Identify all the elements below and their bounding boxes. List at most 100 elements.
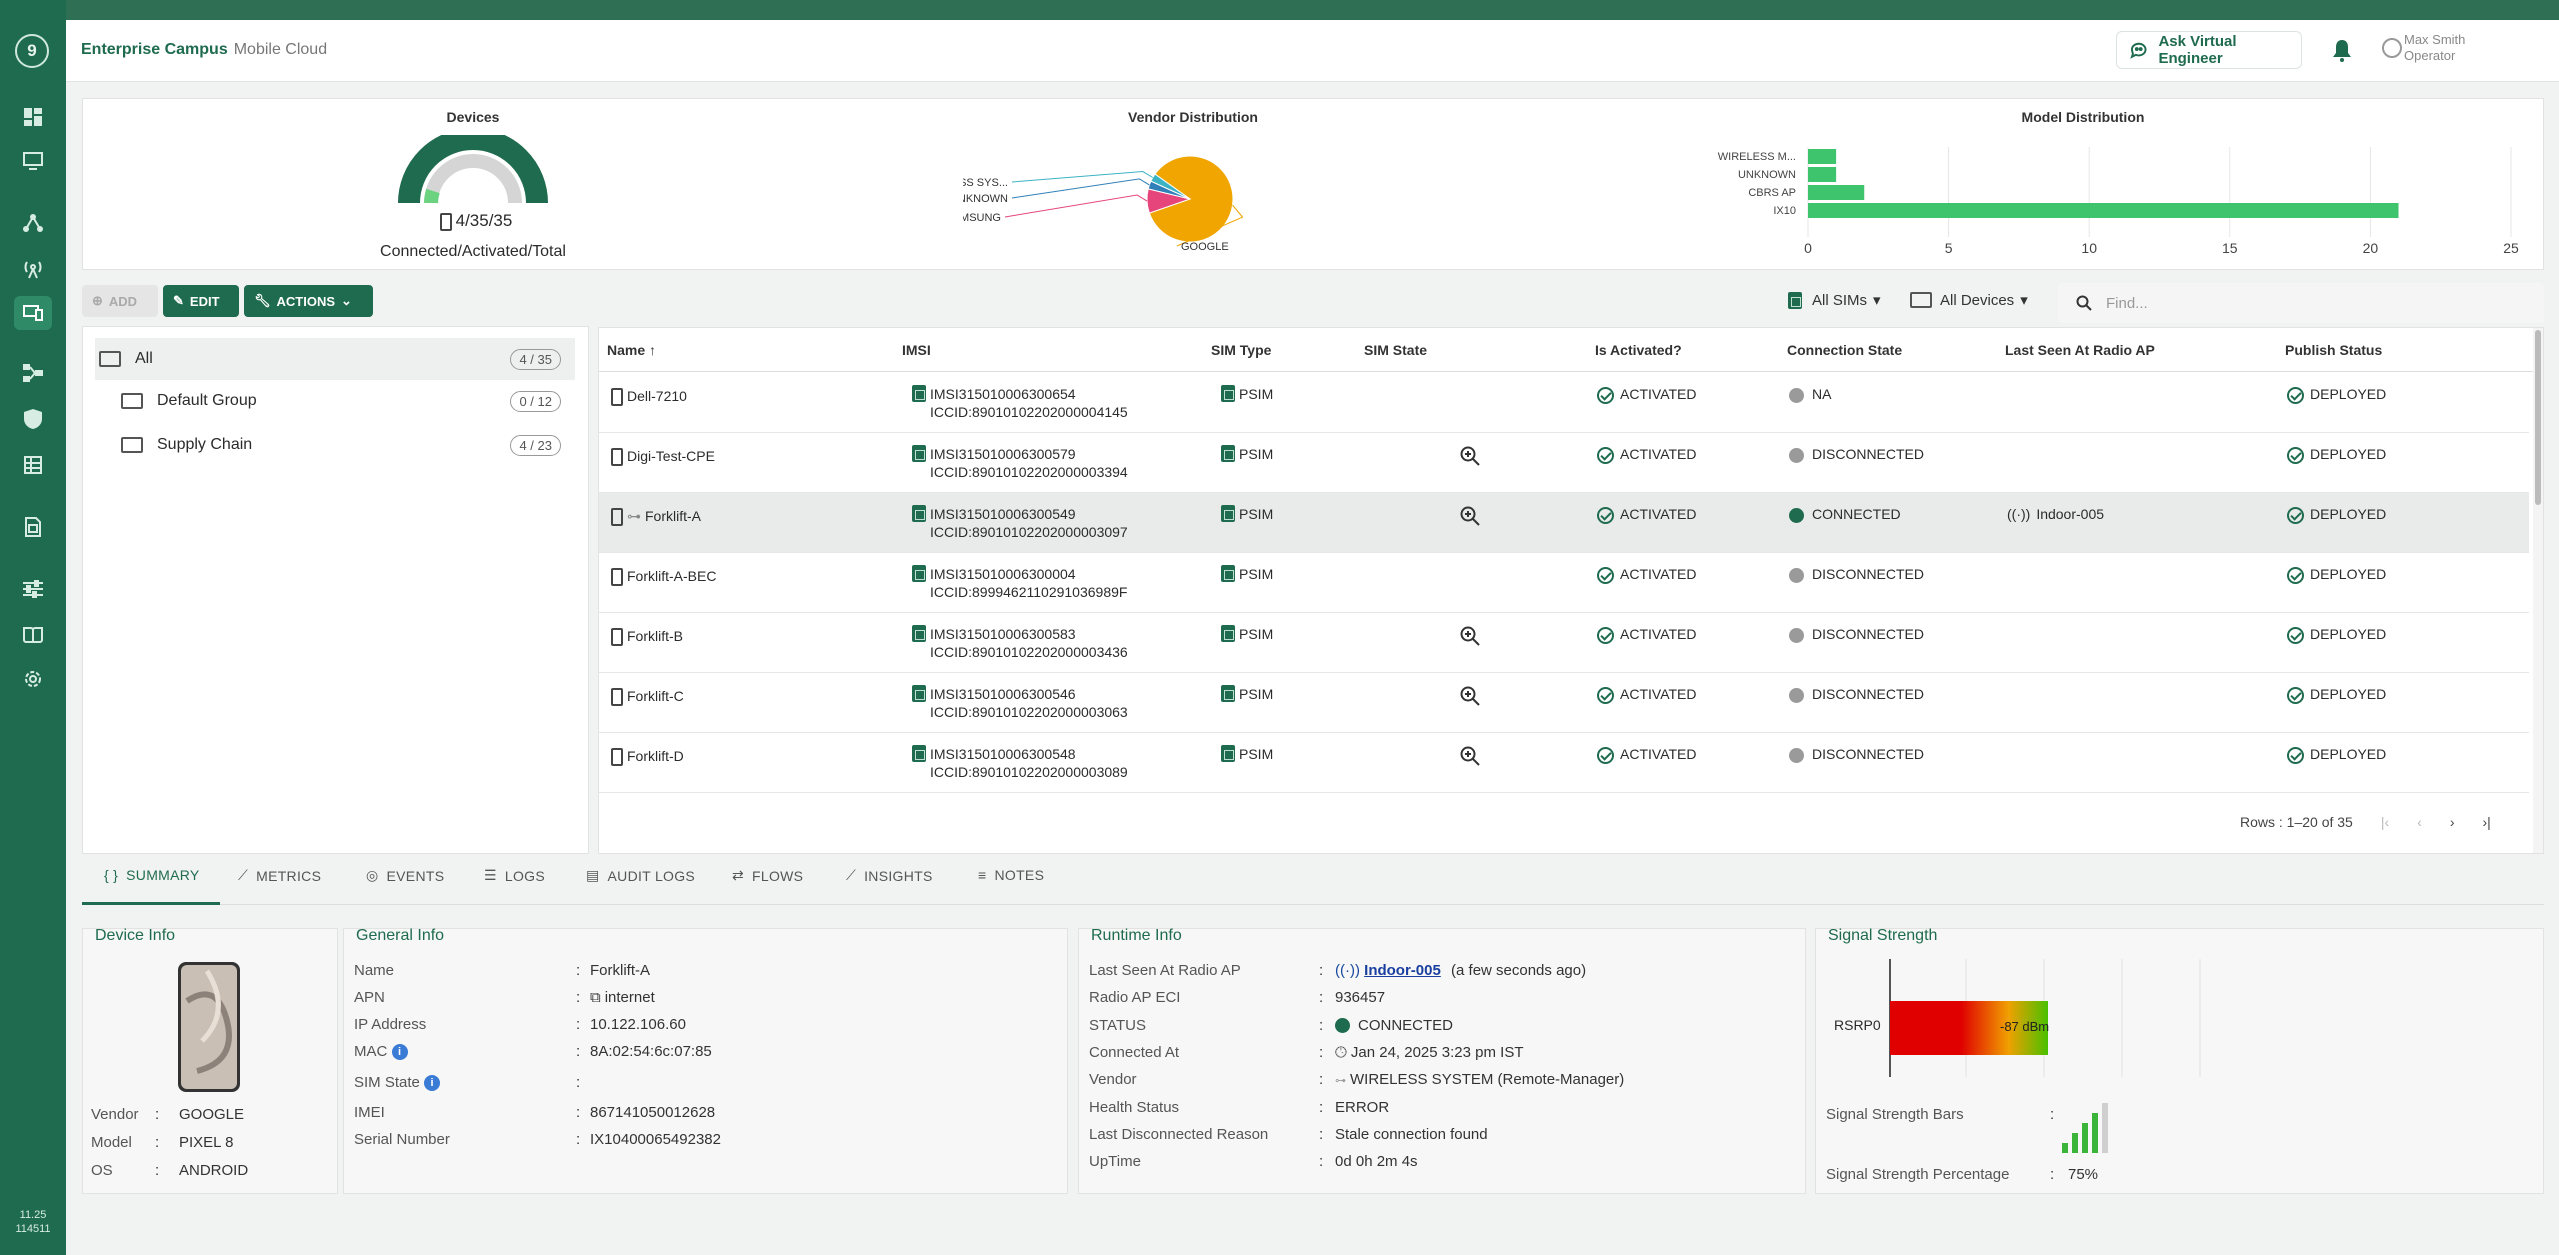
phone-image: [178, 962, 240, 1092]
last-page-icon[interactable]: ›|: [2483, 814, 2491, 830]
shield-icon[interactable]: [18, 404, 48, 434]
next-page-icon[interactable]: ›: [2450, 814, 2455, 830]
settings-icon[interactable]: [18, 664, 48, 694]
x-tick-label: 5: [1945, 240, 1953, 256]
info-icon[interactable]: i: [391, 1044, 408, 1061]
device-name[interactable]: Forklift-B: [611, 627, 683, 647]
network-map-icon[interactable]: [18, 358, 48, 388]
col-connection-state[interactable]: Connection State: [1787, 342, 1902, 358]
sliders-icon[interactable]: [18, 574, 48, 604]
zoom-in-icon[interactable]: [1459, 445, 1481, 467]
general-info-panel: General Info Name: Forklift-A APN: ⧉ interne…: [343, 927, 1068, 1194]
status-dot: [1789, 687, 1804, 703]
notes-icon: ≡: [978, 867, 987, 883]
publish-cell: DEPLOYED: [2287, 745, 2386, 764]
info-icon[interactable]: i: [424, 1075, 441, 1092]
sim-icon: [1221, 745, 1235, 762]
col-last-seen-ap[interactable]: Last Seen At Radio AP: [2005, 342, 2155, 358]
tab-insights[interactable]: ⟋ INSIGHTS: [846, 867, 933, 884]
device-name[interactable]: Digi-Test-CPE: [611, 447, 715, 467]
zoom-in-icon[interactable]: [1459, 745, 1481, 767]
table-row[interactable]: Forklift-B IMSI315010006300583 ICCID:89010…: [599, 613, 2529, 673]
book-icon[interactable]: [18, 620, 48, 650]
topology-icon[interactable]: [18, 208, 48, 238]
sim-type-cell: PSIM: [1221, 625, 1273, 643]
tab-notes[interactable]: ≡ NOTES: [978, 867, 1044, 883]
connection-cell: DISCONNECTED: [1789, 685, 1924, 703]
search-input[interactable]: Find...: [2058, 283, 2544, 323]
table-scrollbar[interactable]: [2533, 328, 2543, 853]
col-publish-status[interactable]: Publish Status: [2285, 342, 2382, 358]
bell-icon[interactable]: [2332, 40, 2352, 62]
activated-cell: ACTIVATED: [1597, 625, 1697, 644]
tab-audit-logs[interactable]: ▤ AUDIT LOGS: [586, 867, 695, 884]
check-circle-icon: [1597, 446, 1614, 464]
list-icon: ☰: [484, 867, 497, 883]
app-version: 11.25 114511: [15, 1209, 51, 1235]
status-dot: [1789, 747, 1804, 763]
device-filter[interactable]: All Devices ▾: [1910, 291, 2028, 309]
devices-icon: [121, 437, 143, 453]
first-page-icon[interactable]: |‹: [2381, 814, 2389, 830]
x-tick-label: 20: [2363, 240, 2379, 256]
user-menu[interactable]: Max Smith Operator ⌄: [2382, 32, 2465, 64]
dashboard-icon[interactable]: [18, 102, 48, 132]
device-name[interactable]: ⊶ Forklift-A: [611, 507, 701, 527]
sim-icon: [1788, 291, 1802, 309]
connection-cell: DISCONNECTED: [1789, 625, 1924, 643]
zoom-in-icon[interactable]: [1459, 505, 1481, 527]
group-toolbar: ⊕ ADD ✎ EDIT 🔧︎ ACTIONS ⌄: [82, 285, 594, 321]
device-name[interactable]: Forklift-D: [611, 747, 684, 767]
zoom-in-icon[interactable]: [1459, 625, 1481, 647]
site-name[interactable]: Enterprise Campus: [81, 41, 228, 58]
radio-tower-icon[interactable]: [18, 254, 48, 284]
table-row[interactable]: Forklift-C IMSI315010006300546 ICCID:89010…: [599, 673, 2529, 733]
prev-page-icon[interactable]: ‹: [2417, 814, 2422, 830]
add-button[interactable]: ⊕ ADD: [82, 285, 158, 317]
tab-events[interactable]: ◎ EVENTS: [366, 867, 444, 884]
tab-summary[interactable]: { } SUMMARY: [104, 867, 200, 883]
zoom-in-icon[interactable]: [1459, 685, 1481, 707]
imsi-cell: IMSI315010006300546 ICCID:890101022020000…: [912, 685, 1128, 721]
search-icon: [2076, 295, 2092, 311]
radio-ap-cell[interactable]: ((·)) Indoor-005: [2007, 505, 2104, 523]
devices-icon[interactable]: [14, 296, 52, 330]
sim-filter[interactable]: All SIMs ▾: [1788, 291, 1881, 309]
monitor-icon[interactable]: [18, 146, 48, 176]
table-row[interactable]: Forklift-A-BEC IMSI315010006300004 ICCID:8…: [599, 553, 2529, 613]
sim-icon[interactable]: [18, 512, 48, 542]
device-count: 4/35/35: [351, 211, 601, 231]
phone-icon: [439, 212, 452, 231]
table-row[interactable]: Dell-7210 IMSI315010006300654 ICCID:890101…: [599, 373, 2529, 433]
device-name[interactable]: Forklift-A-BEC: [611, 567, 716, 587]
device-name[interactable]: Dell-7210: [611, 387, 687, 407]
x-tick-label: 15: [2222, 240, 2238, 256]
x-tick-label: 25: [2503, 240, 2519, 256]
col-sim-type[interactable]: SIM Type: [1211, 342, 1271, 358]
group-item-supply-chain[interactable]: Supply Chain 4 / 23: [95, 424, 575, 466]
status-dot: [1789, 567, 1804, 583]
edit-button[interactable]: ✎ EDIT: [163, 285, 239, 317]
table-row[interactable]: ⊶ Forklift-A IMSI315010006300549 ICCID:8901…: [599, 493, 2529, 553]
col-is-activated[interactable]: Is Activated?: [1595, 342, 1682, 358]
tab-flows[interactable]: ⇄ FLOWS: [732, 867, 803, 884]
col-sim-state[interactable]: SIM State: [1364, 342, 1427, 358]
group-item-default[interactable]: Default Group 0 / 12: [95, 380, 575, 422]
scrollbar-thumb[interactable]: [2535, 330, 2541, 505]
device-name[interactable]: Forklift-C: [611, 687, 684, 707]
col-imsi[interactable]: IMSI: [902, 342, 931, 358]
x-tick-label: 10: [2081, 240, 2097, 256]
col-name[interactable]: Name ↑: [607, 342, 656, 358]
radio-ap-link[interactable]: Indoor-005: [1364, 962, 1441, 979]
table-row[interactable]: Digi-Test-CPE IMSI315010006300579 ICCID:89…: [599, 433, 2529, 493]
tab-metrics[interactable]: ⟋ METRICS: [238, 867, 321, 884]
check-circle-icon: [1597, 506, 1614, 524]
table-row[interactable]: Forklift-D IMSI315010006300548 ICCID:89010…: [599, 733, 2529, 793]
group-item-all[interactable]: All 4 / 35: [95, 338, 575, 380]
table-icon[interactable]: [18, 450, 48, 480]
actions-button[interactable]: 🔧︎ ACTIONS ⌄: [244, 285, 373, 317]
ask-virtual-engineer-button[interactable]: Ask Virtual Engineer: [2116, 31, 2302, 69]
app-logo[interactable]: 9: [15, 34, 49, 68]
tab-logs[interactable]: ☰ LOGS: [484, 867, 545, 884]
publish-cell: DEPLOYED: [2287, 445, 2386, 464]
